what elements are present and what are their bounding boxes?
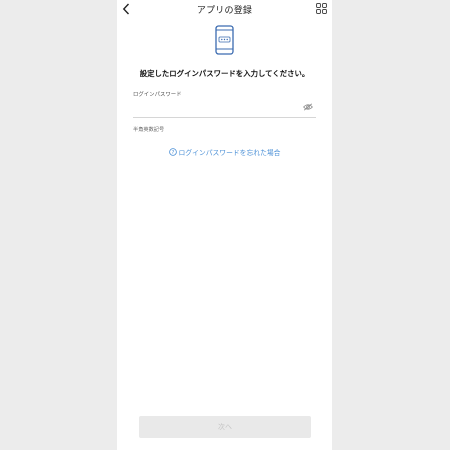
password-input[interactable] xyxy=(133,98,316,118)
header-bar: アプリの登録 xyxy=(117,0,332,18)
help-circle-icon: ? xyxy=(168,148,177,156)
forgot-password-label: ログインパスワードを忘れた場合 xyxy=(178,149,281,157)
phone-password-icon xyxy=(215,25,234,55)
page-title: アプリの登録 xyxy=(196,6,253,16)
svg-text:?: ? xyxy=(171,150,174,156)
next-button[interactable]: 次へ xyxy=(139,416,311,438)
password-hint: 半角英数記号 xyxy=(133,127,165,133)
qr-scan-icon xyxy=(316,3,327,14)
eye-hidden-icon[interactable] xyxy=(303,103,313,111)
forgot-password-link[interactable]: ? ログインパスワードを忘れた場合 xyxy=(117,147,332,157)
instruction-text: 設定したログインパスワードを入力してください。 xyxy=(139,69,310,78)
qr-scan-button[interactable] xyxy=(314,1,329,16)
app-screen: アプリの登録 設定したログインパスワードを入力してください。 ログインパスワード… xyxy=(117,0,332,450)
password-label: ログインパスワード xyxy=(133,92,182,98)
